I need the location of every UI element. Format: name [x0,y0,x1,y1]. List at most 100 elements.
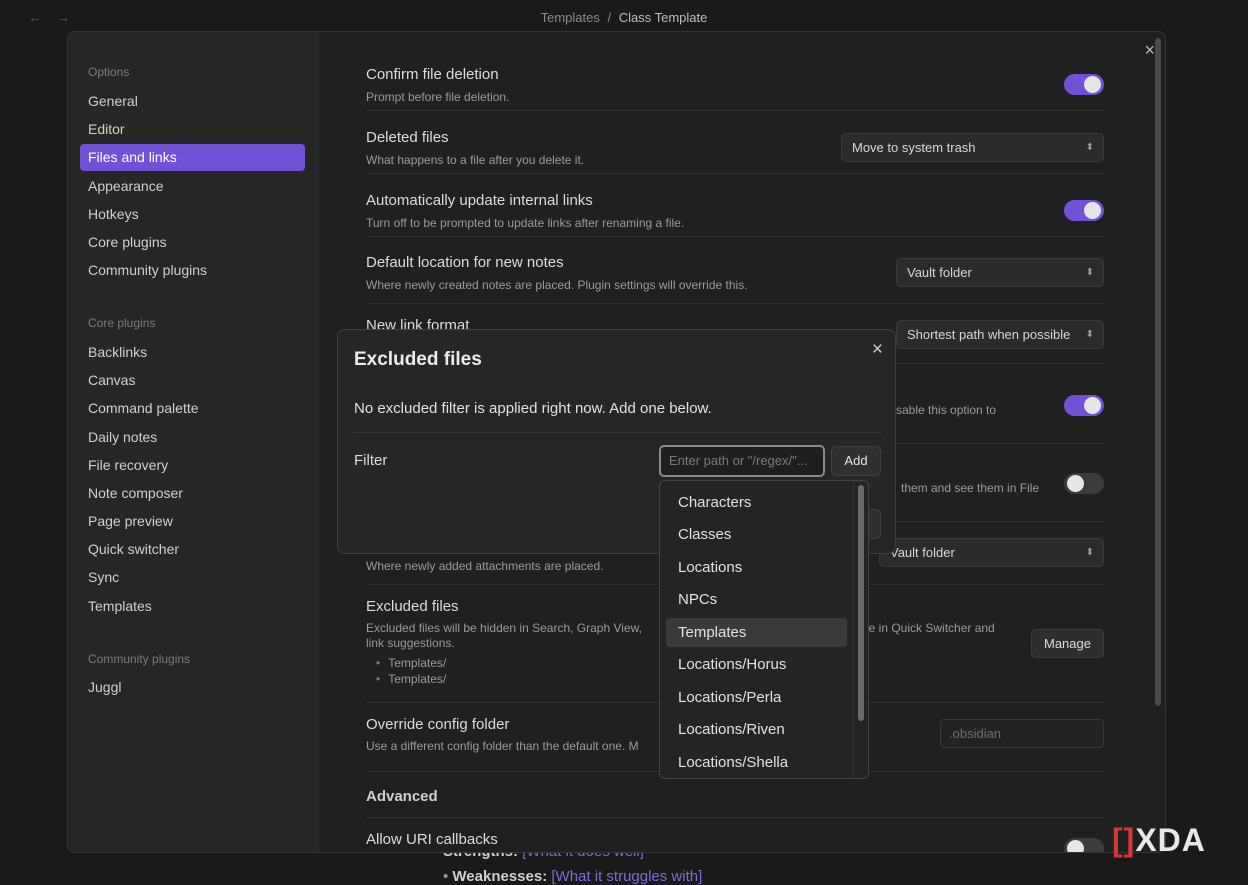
sidebar-item-file-recovery[interactable]: File recovery [80,452,305,479]
sidebar-heading-community-plugins: Community plugins [88,652,191,666]
filter-input[interactable]: Enter path or "/regex/"... [659,445,825,477]
suggestion-item[interactable]: Locations/Perla [666,683,847,712]
dialog-message: No excluded filter is applied right now.… [354,400,712,417]
close-icon[interactable]: × [872,339,883,361]
sidebar-item-core-plugins[interactable]: Core plugins [80,229,305,256]
sidebar-item-appearance[interactable]: Appearance [80,173,305,200]
sidebar-item-files-and-links[interactable]: Files and links [80,144,305,171]
sidebar-item-quick-switcher[interactable]: Quick switcher [80,536,305,563]
auto-update-links-toggle[interactable] [1064,200,1104,221]
setting-title: Excluded files [366,598,459,615]
xda-bracket-close: ] [1123,822,1136,858]
close-icon[interactable]: × [1144,40,1155,61]
sidebar-item-hotkeys[interactable]: Hotkeys [80,201,305,228]
suggestion-item[interactable]: Locations [666,553,847,582]
select-value: Vault folder [890,545,955,560]
xda-logo: []XDA [1112,822,1206,859]
sidebar-item-sync[interactable]: Sync [80,564,305,591]
sidebar-item-note-composer[interactable]: Note composer [80,480,305,507]
title-bar: ← → Templates / Class Template [0,0,1248,34]
setting-deleted-files: Deleted files What happens to a file aft… [366,121,1104,174]
excluded-desc-left: Excluded files will be hidden in Search,… [366,621,642,635]
section-advanced: Advanced [366,788,438,805]
breadcrumb-current: Class Template [618,10,708,25]
suggestion-item[interactable]: Locations/Horus [666,650,847,679]
excluded-list-item: Templates/ [376,671,446,687]
excluded-list-item: Templates/ [376,655,446,671]
xda-text: XDA [1135,822,1206,858]
select-value: Move to system trash [852,140,976,155]
setting-default-location: Default location for new notes Where new… [366,246,1104,304]
suggestion-item-selected[interactable]: Templates [666,618,847,647]
settings-sidebar: Options General Editor Files and links A… [68,32,319,852]
sidebar-item-editor[interactable]: Editor [80,116,305,143]
dialog-title: Excluded files [354,349,482,370]
setting-description: Turn off to be prompted to update links … [366,216,685,230]
suggestion-scroll-track [853,481,854,778]
sidebar-item-page-preview[interactable]: Page preview [80,508,305,535]
xda-bracket: [ [1112,822,1124,858]
chevron-updown-icon: ⬍ [1085,547,1094,558]
select-value: Shortest path when possible [907,327,1071,342]
weaknesses-link[interactable]: [What it struggles with] [551,868,702,885]
setting-title: Default location for new notes [366,254,564,271]
setting-title: Confirm file deletion [366,66,499,83]
suggestion-scrollbar[interactable] [858,485,864,721]
filter-suggestion-list: Characters Classes Locations NPCs Templa… [659,480,869,779]
weaknesses-label: Weaknesses: [452,868,548,885]
suggestion-item[interactable]: Locations/Shella [666,748,847,777]
default-location-select[interactable]: Vault folder ⬍ [896,258,1104,287]
sidebar-item-canvas[interactable]: Canvas [80,367,305,394]
sidebar-heading-options: Options [88,65,130,79]
settings-scrollbar[interactable] [1155,38,1161,706]
divider [366,817,1104,818]
suggestion-item[interactable]: Locations/Riven [666,715,847,744]
chevron-updown-icon: ⬍ [1085,142,1094,153]
sidebar-item-general[interactable]: General [80,88,305,115]
manage-button[interactable]: Manage [1031,629,1104,658]
suggestion-item[interactable]: Classes [666,520,847,549]
setting-description: them and see them in File [901,481,1040,495]
confirm-deletion-toggle[interactable] [1064,74,1104,95]
attachments-select[interactable]: Vault folder ⬍ [879,538,1104,567]
setting-confirm-deletion: Confirm file deletion Prompt before file… [366,58,1104,111]
setting-description: What happens to a file after you delete … [366,153,585,167]
excluded-list: Templates/ Templates/ [376,655,446,687]
setting-description: sable this option to [896,403,997,417]
excluded-desc-line2: link suggestions. [366,636,455,650]
select-value: Vault folder [907,265,972,280]
setting-description: Where newly created notes are placed. Pl… [366,278,748,292]
sidebar-item-community-plugins[interactable]: Community plugins [80,257,305,284]
add-button[interactable]: Add [831,446,881,476]
setting-title: Override config folder [366,716,510,733]
wikilinks-toggle[interactable] [1064,395,1104,416]
setting-title: Automatically update internal links [366,192,593,209]
sidebar-item-juggl[interactable]: Juggl [80,674,305,701]
detect-all-extensions-toggle[interactable] [1064,473,1104,494]
config-folder-input[interactable]: .obsidian [940,719,1104,748]
sidebar-item-command-palette[interactable]: Command palette [80,395,305,422]
divider [354,432,881,433]
setting-description: Where newly added attachments are placed… [366,559,604,573]
chevron-updown-icon: ⬍ [1085,267,1094,278]
sidebar-item-templates[interactable]: Templates [80,593,305,620]
setting-description: Use a different config folder than the d… [366,739,639,753]
filter-label: Filter [354,452,388,469]
sidebar-item-backlinks[interactable]: Backlinks [80,339,305,366]
setting-uri-callbacks-title: Allow URI callbacks [366,831,498,848]
note-line-weaknesses: • Weaknesses: [What it struggles with] [443,868,703,885]
new-link-format-select[interactable]: Shortest path when possible ⬍ [896,320,1104,349]
chevron-updown-icon: ⬍ [1085,329,1094,340]
suggestion-item[interactable]: Characters [666,488,847,517]
breadcrumb-separator: / [607,10,612,25]
breadcrumb-parent[interactable]: Templates [541,10,600,25]
setting-description: Excluded files will be hidden in Search,… [366,620,642,636]
sidebar-item-daily-notes[interactable]: Daily notes [80,424,305,451]
excluded-desc-right: le in Quick Switcher and [866,621,995,635]
suggestion-item[interactable]: NPCs [666,585,847,614]
sidebar-heading-core-plugins: Core plugins [88,316,156,330]
uri-callbacks-toggle[interactable] [1064,838,1104,852]
setting-title: Deleted files [366,129,449,146]
deleted-files-select[interactable]: Move to system trash ⬍ [841,133,1104,162]
setting-auto-update-links: Automatically update internal links Turn… [366,184,1104,237]
